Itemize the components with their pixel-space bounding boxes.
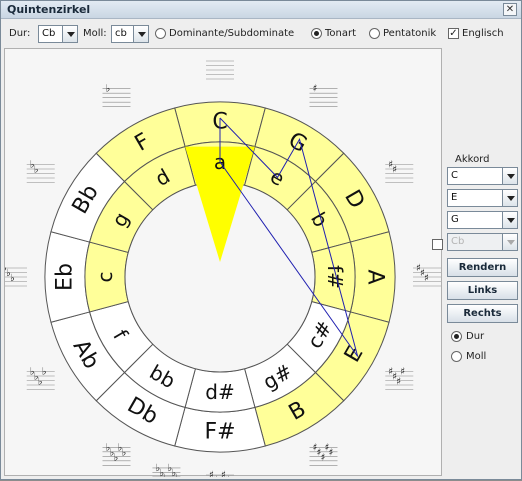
accidental-mark: ♯ xyxy=(225,475,230,477)
chevron-down-icon[interactable] xyxy=(502,190,517,206)
minor-key-label: c xyxy=(93,272,117,283)
chord-note-2-select[interactable]: E xyxy=(447,189,518,207)
chevron-down-icon[interactable] xyxy=(133,26,148,42)
option-dominante-label[interactable]: Dominante/Subdominate xyxy=(169,28,294,39)
accidental-mark: ♭ xyxy=(42,367,47,378)
accidental-mark: ♭ xyxy=(10,273,15,284)
toolbar: Dur: Cb Moll: cb Dominante/Subdominate T… xyxy=(1,21,521,47)
accidental-mark: ♭ xyxy=(38,377,43,388)
rechts-button[interactable]: Rechts xyxy=(447,304,518,323)
dur-select[interactable]: Cb xyxy=(38,25,78,43)
minor-key-label: d# xyxy=(205,380,234,404)
chord-note-4-value: Cb xyxy=(451,236,465,247)
option-pentatonik-label[interactable]: Pentatonik xyxy=(383,28,436,39)
major-key-label: A xyxy=(363,269,388,284)
quintenzirkel-window: Quintenzirkel ✕ Dur: Cb Moll: cb Dominan… xyxy=(0,0,522,481)
chord-note-1-select[interactable]: C xyxy=(447,167,518,185)
chord-note-3-value: G xyxy=(451,214,459,225)
chord-note-2-value: E xyxy=(451,192,458,203)
chevron-down-icon[interactable] xyxy=(502,234,517,250)
checkbox-englisch[interactable]: ✓ xyxy=(448,28,459,39)
rendern-button[interactable]: Rendern xyxy=(447,258,518,277)
chord-note-3-select[interactable]: G xyxy=(447,211,518,229)
moll-select[interactable]: cb xyxy=(111,25,149,43)
checkbox-extra-note[interactable] xyxy=(432,239,443,250)
option-englisch-label[interactable]: Englisch xyxy=(462,28,504,39)
option-tonart-label[interactable]: Tonart xyxy=(325,28,356,39)
accidental-mark: ♭ xyxy=(175,473,180,477)
circle-of-fifths-panel[interactable]: C G D A E B F# Db Ab Eb Bb Fa e b f# c# g# d# bb f c g d ♯ ♯ ♯ ♯ ♯ ♯… xyxy=(0,48,443,481)
close-icon[interactable]: ✕ xyxy=(503,3,517,16)
major-key-label: F# xyxy=(204,420,235,445)
accidental-mark: ♯ xyxy=(424,273,429,284)
dur-select-value: Cb xyxy=(42,28,56,39)
chord-note-1-value: C xyxy=(451,170,458,181)
dur-label: Dur: xyxy=(9,28,31,39)
accidental-mark: ♯ xyxy=(396,377,401,388)
accidental-mark: ♯ xyxy=(400,367,405,378)
window-title: Quintenzirkel xyxy=(7,3,91,16)
accidental-mark: ♯ xyxy=(313,84,318,95)
title-bar[interactable]: Quintenzirkel ✕ xyxy=(1,1,521,19)
radio-pentatonik[interactable] xyxy=(369,28,380,39)
chevron-down-icon[interactable] xyxy=(62,26,77,42)
chevron-down-icon[interactable] xyxy=(502,168,517,184)
moll-select-value: cb xyxy=(115,28,127,39)
circle-of-fifths[interactable]: CGDAEBF#DbAbEbBbFaebf#c#g#d#bbfcgd♯♯ ♯♯ ♯ ♯… xyxy=(0,49,443,481)
minor-key-label: f# xyxy=(323,265,347,289)
chevron-down-icon[interactable] xyxy=(502,212,517,228)
radio-moll[interactable] xyxy=(451,351,462,362)
accidental-mark: ♭ xyxy=(34,165,39,176)
accidental-mark: ♯ xyxy=(329,447,334,458)
radio-tonart[interactable] xyxy=(311,28,322,39)
accidental-mark: ♯ xyxy=(392,165,397,176)
mode-dur-label[interactable]: Dur xyxy=(466,331,484,342)
chord-note-4-select[interactable]: Cb xyxy=(447,233,518,251)
accidental-mark: ♯ xyxy=(321,452,326,463)
radio-dominante[interactable] xyxy=(155,28,166,39)
accidental-mark: ♯ xyxy=(213,475,218,477)
mode-moll-label[interactable]: Moll xyxy=(466,351,486,362)
accidental-mark: ♭ xyxy=(114,452,119,463)
chord-panel-title: Akkord xyxy=(455,154,490,165)
radio-dur[interactable] xyxy=(451,331,462,342)
links-button[interactable]: Links xyxy=(447,281,518,300)
accidental-mark: ♭ xyxy=(122,447,127,458)
major-key-label: Eb xyxy=(53,263,78,291)
moll-label: Moll: xyxy=(83,28,107,39)
accidental-mark: ♭ xyxy=(106,84,111,95)
